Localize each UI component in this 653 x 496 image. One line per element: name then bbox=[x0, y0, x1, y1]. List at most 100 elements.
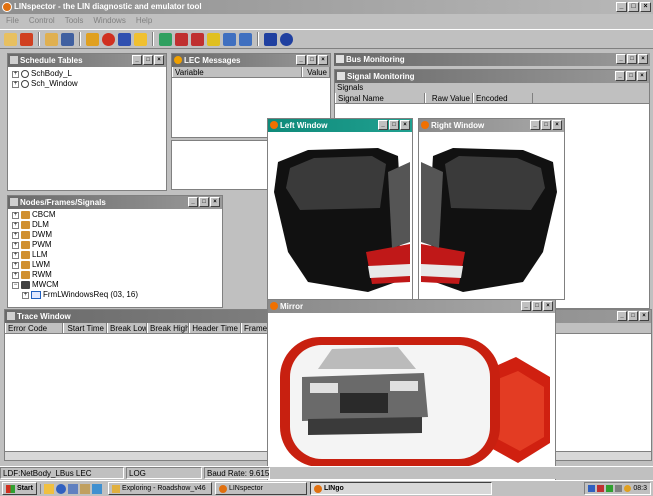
node-icon bbox=[21, 261, 30, 269]
table-icon bbox=[10, 56, 18, 64]
mirror-image bbox=[280, 337, 550, 467]
window-app-icon bbox=[421, 121, 429, 129]
quick-launch bbox=[39, 483, 105, 494]
col-break-high[interactable]: Break High bbox=[147, 323, 189, 333]
col-break-low[interactable]: Break Low bbox=[107, 323, 147, 333]
menu-control[interactable]: Control bbox=[29, 14, 55, 27]
media-icon[interactable] bbox=[91, 483, 102, 494]
tray-icon[interactable] bbox=[606, 485, 614, 492]
col-value[interactable]: Value bbox=[302, 67, 330, 77]
app-icon bbox=[2, 2, 12, 12]
signal-title: Signal Monitoring bbox=[347, 72, 415, 81]
star-icon[interactable] bbox=[134, 32, 147, 46]
tree-item[interactable]: + DWM bbox=[12, 230, 218, 240]
tree-item[interactable]: + CBCM bbox=[12, 210, 218, 220]
close-button[interactable]: × bbox=[640, 2, 651, 12]
explorer-icon[interactable] bbox=[79, 483, 90, 494]
tree-item[interactable]: + LLM bbox=[12, 250, 218, 260]
tree-item[interactable]: + SchBody_L bbox=[12, 69, 162, 79]
node-icon bbox=[21, 241, 30, 249]
frame-icon[interactable] bbox=[207, 32, 220, 46]
col-error-code[interactable]: Error Code bbox=[5, 323, 63, 333]
node2-icon[interactable] bbox=[191, 32, 204, 46]
toolbar bbox=[0, 29, 653, 49]
new-icon[interactable] bbox=[20, 32, 33, 46]
schedule-title: Schedule Tables bbox=[20, 56, 83, 65]
tree-item[interactable]: − MWCM bbox=[12, 280, 218, 290]
col-raw-value[interactable]: Raw Value bbox=[425, 93, 473, 103]
close-button[interactable]: × bbox=[154, 55, 164, 65]
task-lingo[interactable]: LINgo bbox=[309, 482, 492, 495]
tree-item[interactable]: + Sch_Window bbox=[12, 79, 162, 89]
tray-icon[interactable] bbox=[624, 485, 632, 492]
desktop-icon[interactable] bbox=[43, 483, 54, 494]
menu-file[interactable]: File bbox=[6, 14, 19, 27]
menu-windows[interactable]: Windows bbox=[93, 14, 125, 27]
node-icon bbox=[21, 211, 30, 219]
save-icon[interactable] bbox=[61, 32, 74, 46]
nodes-panel: Nodes/Frames/Signals _ □ × + CBCM + DLM + DWM… bbox=[7, 195, 223, 308]
maximize-button[interactable]: □ bbox=[628, 2, 639, 12]
menu-tools[interactable]: Tools bbox=[65, 14, 84, 27]
right-door-image bbox=[421, 148, 557, 292]
schedule-panel: Schedule Tables _ □ × + SchBody_L + Sch_Wind… bbox=[7, 53, 167, 191]
col-encoded[interactable]: Encoded bbox=[473, 93, 533, 103]
lec-icon bbox=[174, 56, 182, 64]
nodes-icon bbox=[10, 198, 18, 206]
lingo-icon bbox=[313, 484, 322, 493]
minimize-button[interactable]: _ bbox=[616, 2, 627, 12]
system-tray: 08:3 bbox=[584, 482, 651, 495]
mirror-title: Mirror bbox=[280, 302, 304, 311]
refresh-icon[interactable] bbox=[118, 32, 131, 46]
tree-item[interactable]: + DLM bbox=[12, 220, 218, 230]
open-icon[interactable] bbox=[4, 32, 17, 46]
clock-icon bbox=[21, 70, 29, 78]
max-button[interactable]: □ bbox=[143, 55, 153, 65]
help-icon[interactable] bbox=[264, 32, 277, 46]
frame-icon bbox=[31, 291, 41, 299]
tree-subitem[interactable]: + FrmLWindowsReq (03, 16) bbox=[12, 290, 218, 300]
menu-help[interactable]: Help bbox=[136, 14, 152, 27]
info-icon[interactable] bbox=[280, 32, 293, 46]
network-icon[interactable] bbox=[159, 32, 172, 46]
taskbar: Start Exploring - Roadshow_v46 LINspecto… bbox=[0, 480, 653, 496]
start-button[interactable]: Start bbox=[2, 482, 37, 495]
status-log: LOG bbox=[126, 467, 202, 479]
app-title: LINspector - the LIN diagnostic and emul… bbox=[14, 2, 202, 11]
node-icon[interactable] bbox=[175, 32, 188, 46]
left-door-image bbox=[274, 148, 410, 292]
tree-item[interactable]: + PWM bbox=[12, 240, 218, 250]
node-icon bbox=[21, 231, 30, 239]
tray-icon[interactable] bbox=[597, 485, 605, 492]
col-signal-name[interactable]: Signal Name bbox=[335, 93, 425, 103]
status-baud: Baud Rate: 9.615 kbp bbox=[204, 467, 270, 479]
folder-icon bbox=[111, 484, 120, 493]
task-linspector[interactable]: LINspector bbox=[214, 482, 307, 495]
min-button[interactable]: _ bbox=[132, 55, 142, 65]
node-icon bbox=[21, 251, 30, 259]
trace-icon bbox=[7, 312, 15, 320]
status-ldf: LDF:NetBody_LBus LEC bbox=[0, 467, 124, 479]
record-icon[interactable] bbox=[86, 32, 99, 46]
right-window: Right Window _ □ × bbox=[418, 118, 565, 300]
windows-logo-icon bbox=[6, 484, 15, 493]
window-app-icon bbox=[270, 121, 278, 129]
signal-icon bbox=[337, 72, 345, 80]
col-variable[interactable]: Variable bbox=[172, 67, 302, 77]
folder-icon[interactable] bbox=[45, 32, 58, 46]
window2-icon[interactable] bbox=[239, 32, 252, 46]
outlook-icon[interactable] bbox=[67, 483, 78, 494]
trace-title: Trace Window bbox=[17, 312, 71, 321]
stop-icon[interactable] bbox=[102, 32, 115, 46]
tray-icon[interactable] bbox=[615, 485, 623, 492]
left-window-title: Left Window bbox=[280, 121, 328, 130]
tree-item[interactable]: + RWM bbox=[12, 270, 218, 280]
col-header-time[interactable]: Header Time bbox=[189, 323, 241, 333]
task-exploring[interactable]: Exploring - Roadshow_v46 bbox=[107, 482, 212, 495]
tree-item[interactable]: + LWM bbox=[12, 260, 218, 270]
window-icon[interactable] bbox=[223, 32, 236, 46]
app-titlebar: LINspector - the LIN diagnostic and emul… bbox=[0, 0, 653, 14]
col-start-time[interactable]: Start Time bbox=[63, 323, 107, 333]
browser-icon[interactable] bbox=[55, 483, 66, 494]
tray-icon[interactable] bbox=[588, 485, 596, 492]
